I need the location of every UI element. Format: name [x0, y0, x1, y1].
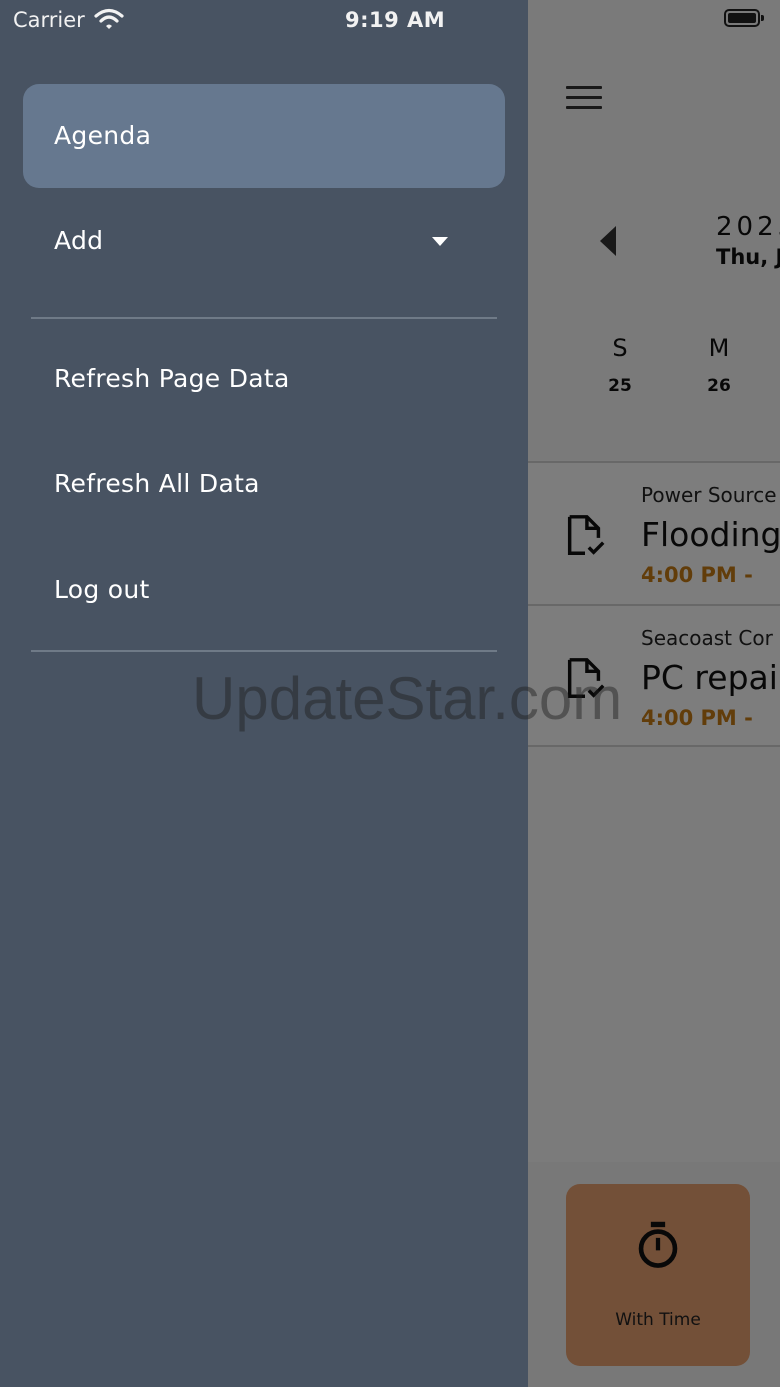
menu-item-log-out[interactable]: Log out	[23, 538, 505, 642]
menu-item-refresh-all-data[interactable]: Refresh All Data	[23, 432, 505, 536]
menu-item-agenda[interactable]: Agenda	[23, 84, 505, 188]
menu-item-label: Refresh All Data	[54, 469, 260, 498]
battery-icon	[724, 9, 764, 27]
carrier-label: Carrier	[13, 8, 85, 32]
divider	[31, 650, 497, 652]
status-time: 9:19 AM	[345, 8, 446, 32]
menu-item-refresh-page-data[interactable]: Refresh Page Data	[23, 327, 505, 431]
chevron-down-icon[interactable]	[432, 237, 448, 246]
menu-item-add[interactable]: Add	[23, 189, 505, 293]
menu-item-label: Log out	[54, 575, 150, 604]
wifi-icon	[94, 8, 124, 29]
divider	[31, 317, 497, 319]
watermark: UpdateStar.com	[192, 665, 623, 732]
status-bar: Carrier 9:19 AM	[0, 0, 780, 40]
menu-item-label: Refresh Page Data	[54, 364, 290, 393]
menu-item-label: Agenda	[54, 121, 152, 150]
menu-item-label: Add	[54, 226, 104, 255]
